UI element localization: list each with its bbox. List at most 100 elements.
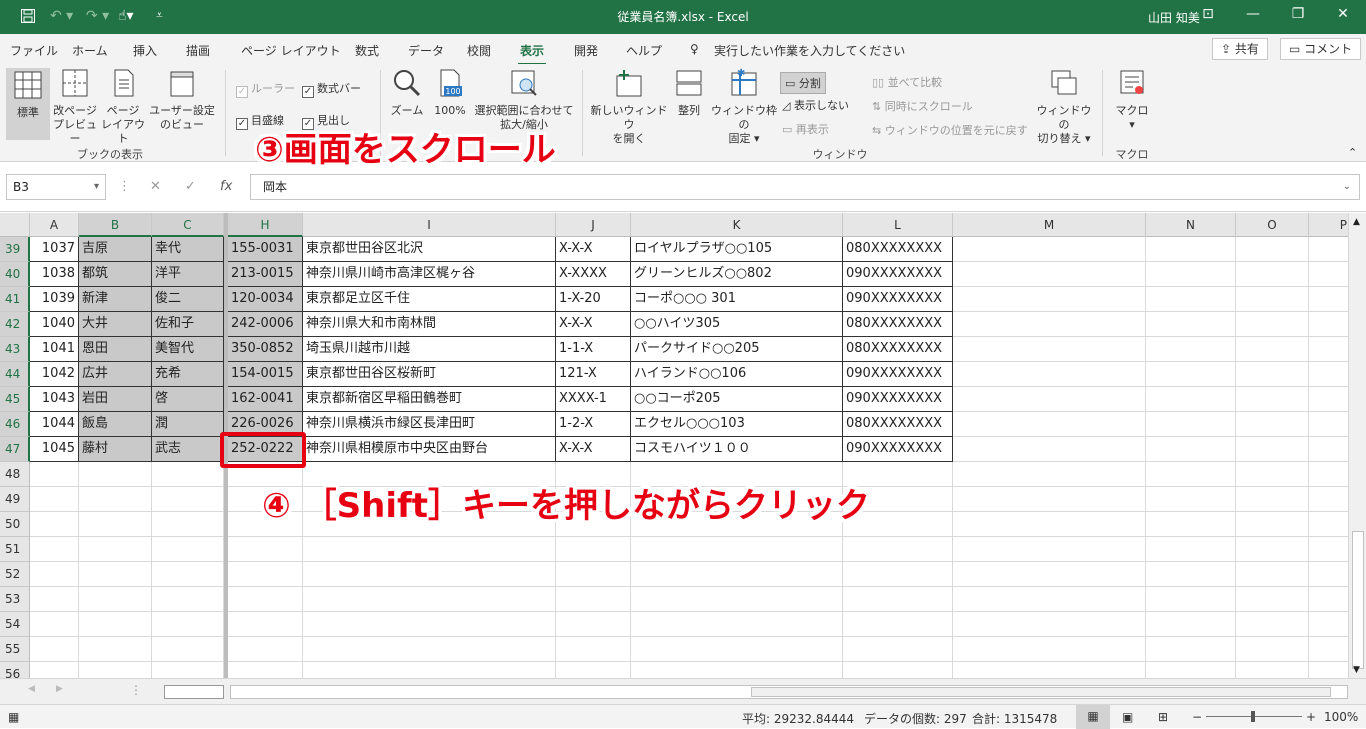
cell-k[interactable]: ○○ハイツ305 bbox=[631, 312, 843, 337]
cell-l[interactable]: 090XXXXXXXX bbox=[843, 287, 953, 312]
cell-h[interactable]: 350-0852 bbox=[228, 337, 303, 362]
zoom-in-icon[interactable]: + bbox=[1306, 710, 1316, 724]
tab-developer[interactable]: 開発 bbox=[574, 42, 598, 59]
cell-b[interactable]: 吉原 bbox=[79, 237, 152, 262]
name-box[interactable]: B3 ▾ bbox=[6, 174, 106, 200]
empty-cell[interactable] bbox=[152, 512, 224, 537]
empty-cell[interactable] bbox=[1146, 387, 1236, 412]
empty-cell[interactable] bbox=[1146, 237, 1236, 262]
cell-i[interactable]: 東京都新宿区早稲田鶴巻町 bbox=[303, 387, 556, 412]
scroll-down-icon[interactable]: ▼ bbox=[1353, 665, 1360, 675]
cell-b[interactable]: 飯島 bbox=[79, 412, 152, 437]
cell-l[interactable]: 080XXXXXXXX bbox=[843, 412, 953, 437]
cell-c[interactable]: 洋平 bbox=[152, 262, 224, 287]
cell-k[interactable]: コーポ○○○ 301 bbox=[631, 287, 843, 312]
select-all-corner[interactable] bbox=[0, 213, 30, 237]
cell-l[interactable]: 080XXXXXXXX bbox=[843, 337, 953, 362]
cell-a[interactable]: 1041 bbox=[30, 337, 79, 362]
row-header[interactable]: 51 bbox=[0, 537, 30, 562]
share-button[interactable]: ⇪ 共有 bbox=[1212, 38, 1268, 60]
switch-windows-button[interactable]: ウィンドウの 切り替え ▾ bbox=[1034, 68, 1094, 146]
row-header[interactable]: 54 bbox=[0, 612, 30, 637]
tab-insert[interactable]: 挿入 bbox=[133, 42, 157, 59]
empty-cell[interactable] bbox=[1146, 537, 1236, 562]
cell-i[interactable]: 神奈川県相模原市中央区由野台 bbox=[303, 437, 556, 462]
empty-cell[interactable] bbox=[953, 462, 1146, 487]
cell-h[interactable]: 154-0015 bbox=[228, 362, 303, 387]
empty-cell[interactable] bbox=[953, 562, 1146, 587]
tab-review[interactable]: 校閲 bbox=[467, 42, 491, 59]
empty-cell[interactable] bbox=[1146, 587, 1236, 612]
empty-cell[interactable] bbox=[228, 662, 303, 678]
empty-cell[interactable] bbox=[953, 437, 1146, 462]
cell-h[interactable]: 213-0015 bbox=[228, 262, 303, 287]
arrange-all-button[interactable]: 整列 bbox=[672, 68, 706, 118]
empty-cell[interactable] bbox=[1146, 437, 1236, 462]
tab-file[interactable]: ファイル bbox=[10, 42, 58, 59]
empty-cell[interactable] bbox=[953, 512, 1146, 537]
cell-a[interactable]: 1042 bbox=[30, 362, 79, 387]
empty-cell[interactable] bbox=[631, 637, 843, 662]
empty-cell[interactable] bbox=[1309, 462, 1350, 487]
tell-me-search[interactable]: 実行したい作業を入力してください bbox=[714, 42, 905, 59]
empty-cell[interactable] bbox=[30, 637, 79, 662]
cell-j[interactable]: X-X-X bbox=[556, 237, 631, 262]
empty-cell[interactable] bbox=[1309, 587, 1350, 612]
cell-h[interactable]: 155-0031 bbox=[228, 237, 303, 262]
empty-cell[interactable] bbox=[152, 487, 224, 512]
row-header[interactable]: 42 bbox=[0, 312, 30, 337]
empty-cell[interactable] bbox=[152, 462, 224, 487]
empty-cell[interactable] bbox=[1309, 412, 1350, 437]
minimize-icon[interactable]: — bbox=[1238, 6, 1268, 22]
empty-cell[interactable] bbox=[30, 487, 79, 512]
insert-function-icon[interactable]: fx bbox=[220, 179, 232, 194]
empty-cell[interactable] bbox=[556, 537, 631, 562]
empty-cell[interactable] bbox=[79, 512, 152, 537]
cell-i[interactable]: 埼玉県川越市川越 bbox=[303, 337, 556, 362]
cell-b[interactable]: 都筑 bbox=[79, 262, 152, 287]
empty-cell[interactable] bbox=[631, 537, 843, 562]
row-header[interactable]: 47 bbox=[0, 437, 30, 462]
empty-cell[interactable] bbox=[228, 637, 303, 662]
empty-cell[interactable] bbox=[228, 562, 303, 587]
cell-c[interactable]: 潤 bbox=[152, 412, 224, 437]
row-header[interactable]: 48 bbox=[0, 462, 30, 487]
empty-cell[interactable] bbox=[79, 562, 152, 587]
empty-cell[interactable] bbox=[1309, 387, 1350, 412]
empty-cell[interactable] bbox=[953, 662, 1146, 678]
cell-k[interactable]: ○○コーポ205 bbox=[631, 387, 843, 412]
cell-k[interactable]: ロイヤルプラザ○○105 bbox=[631, 237, 843, 262]
empty-cell[interactable] bbox=[953, 312, 1146, 337]
empty-cell[interactable] bbox=[1236, 512, 1309, 537]
empty-cell[interactable] bbox=[30, 612, 79, 637]
empty-cell[interactable] bbox=[1309, 362, 1350, 387]
empty-cell[interactable] bbox=[556, 587, 631, 612]
row-header[interactable]: 45 bbox=[0, 387, 30, 412]
column-header-a[interactable]: A bbox=[30, 213, 79, 237]
empty-cell[interactable] bbox=[953, 337, 1146, 362]
cell-l[interactable]: 090XXXXXXXX bbox=[843, 437, 953, 462]
macro-record-icon[interactable]: ▦ bbox=[8, 710, 19, 724]
empty-cell[interactable] bbox=[953, 637, 1146, 662]
empty-cell[interactable] bbox=[1146, 337, 1236, 362]
new-window-button[interactable]: 新しいウィンドウ を開く bbox=[590, 68, 668, 146]
left-pane-hscroll[interactable] bbox=[164, 685, 224, 699]
cell-b[interactable]: 広井 bbox=[79, 362, 152, 387]
column-header-i[interactable]: I bbox=[303, 213, 556, 237]
row-header[interactable]: 43 bbox=[0, 337, 30, 362]
empty-cell[interactable] bbox=[1236, 312, 1309, 337]
empty-cell[interactable] bbox=[303, 662, 556, 678]
row-header[interactable]: 53 bbox=[0, 587, 30, 612]
chevron-down-icon[interactable]: ▾ bbox=[94, 175, 99, 199]
column-header-b[interactable]: B bbox=[79, 213, 152, 237]
page-layout-view-icon[interactable]: ▣ bbox=[1122, 710, 1133, 724]
empty-cell[interactable] bbox=[79, 462, 152, 487]
sync-scroll-button[interactable]: ⇅ 同時にスクロール bbox=[872, 98, 973, 114]
cell-c[interactable]: 佐和子 bbox=[152, 312, 224, 337]
empty-cell[interactable] bbox=[1236, 287, 1309, 312]
empty-cell[interactable] bbox=[303, 637, 556, 662]
empty-cell[interactable] bbox=[1146, 262, 1236, 287]
empty-cell[interactable] bbox=[1309, 512, 1350, 537]
cell-l[interactable]: 090XXXXXXXX bbox=[843, 362, 953, 387]
empty-cell[interactable] bbox=[631, 562, 843, 587]
